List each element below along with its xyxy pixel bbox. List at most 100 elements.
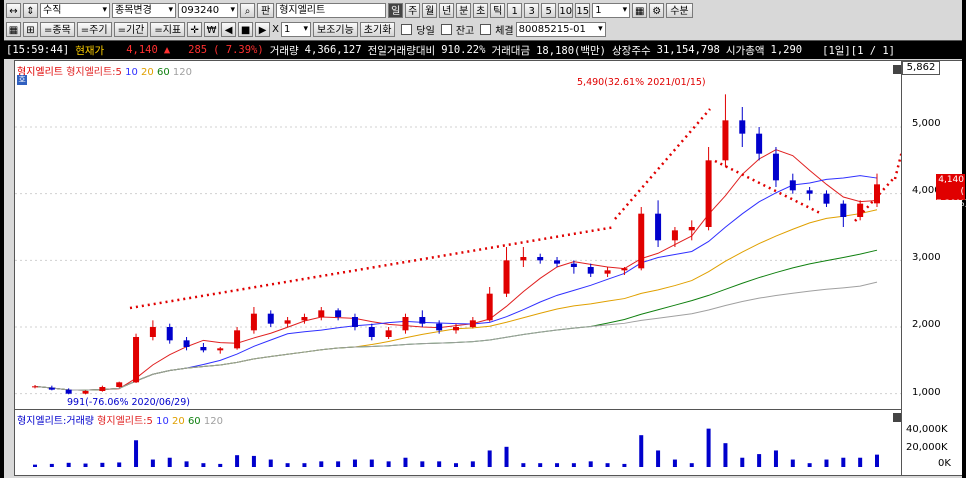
account-select[interactable]: 80085215-01 (515, 21, 606, 37)
filled-checkbox[interactable] (480, 23, 492, 35)
volume-bar (285, 463, 290, 467)
period-day-tab[interactable]: 일 (388, 2, 404, 18)
candle-body (200, 347, 207, 351)
volume-bar (150, 459, 155, 467)
stock-button[interactable]: =종목 (40, 21, 75, 37)
volume-bar (672, 459, 677, 467)
interval-3-button[interactable]: 3 (524, 2, 540, 18)
volume-bar (605, 463, 610, 467)
volume-bar (487, 450, 492, 467)
nav-arrows-button[interactable]: ↔ (6, 2, 21, 18)
volume-bar (790, 459, 795, 467)
volume-bar (319, 461, 324, 467)
period-year-tab[interactable]: 년 (439, 2, 455, 18)
volume-bar (302, 463, 307, 467)
candle-body (82, 391, 89, 394)
crosshair-icon[interactable]: ✛ (187, 21, 203, 37)
period-minute-tab[interactable]: 분 (456, 2, 472, 18)
volume-bar (706, 428, 711, 467)
indicator-button[interactable]: =지표 (150, 21, 186, 37)
quote-bar: [15:59:44] 현재가 4,140 ▲ 285 ( 7.39%) 거래량 … (4, 40, 962, 59)
candle-body (250, 313, 257, 331)
vol-tick-20000k: 20,000K (906, 442, 948, 453)
next-icon[interactable]: ▶ (255, 21, 271, 37)
period-second-tab[interactable]: 초 (473, 2, 489, 18)
legend-vol-ma10: 10 (156, 416, 169, 427)
interval-select[interactable]: 1 (592, 2, 631, 18)
volume-bar (100, 462, 105, 467)
period-tick-tab[interactable]: 틱 (490, 2, 506, 18)
candle-body (789, 180, 796, 191)
trend-line (714, 159, 821, 215)
price-axis[interactable]: 5,862 5,000 4,000 3,000 2,000 1,000 4,14… (901, 61, 966, 475)
grid-icon[interactable]: ▦ (632, 2, 648, 18)
interval-5-button[interactable]: 5 (541, 2, 557, 18)
period-month-tab[interactable]: 월 (422, 2, 438, 18)
axis-tick-3000: 3,000 (912, 252, 941, 263)
volume-bar (538, 463, 543, 467)
zoom-icon[interactable]: ₩ (204, 21, 220, 37)
candle-body (183, 340, 190, 347)
period-button[interactable]: =기간 (113, 21, 149, 37)
balance-checkbox[interactable] (440, 23, 452, 35)
prev-icon[interactable]: ◀ (221, 21, 237, 37)
list-select[interactable]: 종목변경 (112, 2, 176, 18)
trend-line (614, 108, 711, 220)
volume-bar (49, 463, 54, 467)
today-checkbox[interactable] (401, 23, 413, 35)
volume-bar (167, 457, 172, 467)
candle-body (419, 317, 426, 324)
stock-name-field[interactable]: 형지엘리트 (276, 2, 387, 18)
candle-body (335, 310, 342, 317)
cycle-button[interactable]: =주기 (76, 21, 112, 37)
up-arrow-icon: ▲ (163, 44, 171, 56)
pan-button[interactable]: 판 (257, 2, 275, 18)
volume-bar (218, 463, 223, 467)
ma-line-5 (34, 149, 878, 391)
legend-vol-ma5: 형지엘리트:5 (97, 416, 153, 427)
pane-divider[interactable] (15, 409, 901, 410)
price-chart[interactable]: 형지엘리트 형지엘리트:5 10 20 60 120 호 형지엘리트:거래량 형… (14, 60, 966, 476)
current-price-box: 4,140 ( 7.39%) (936, 174, 966, 209)
layout-icon[interactable]: ▦ (6, 21, 21, 37)
price-change: 285 (188, 44, 208, 56)
low-annotation: 991(-76.06% 2020/06/29) (67, 397, 190, 408)
interval-15-button[interactable]: 15 (575, 2, 591, 18)
candle-body (486, 293, 493, 321)
save-button[interactable]: 수분 (666, 2, 693, 18)
volume-bar (66, 462, 71, 467)
settings-icon[interactable]: ⚙ (649, 2, 665, 18)
candle-body (756, 133, 763, 154)
volume-bar (336, 461, 341, 467)
candle-body (32, 386, 38, 388)
code-input[interactable]: 093240 (178, 2, 238, 18)
period-week-tab[interactable]: 주 (405, 2, 421, 18)
quote-time: [15:59:44] (6, 44, 70, 56)
volume-label: 거래량 (269, 44, 299, 57)
volume-bar (824, 459, 829, 467)
volume-bar (757, 454, 762, 467)
stop-icon[interactable]: ■ (238, 21, 254, 37)
interval-10-button[interactable]: 10 (558, 2, 574, 18)
layout-1-icon[interactable]: ⊞ (23, 21, 38, 37)
app-window: ↔ ⇕ 수직 종목변경 093240 ⌕ 판 형지엘리트 일 주 월 년 분 초… (4, 0, 966, 478)
mode-select[interactable]: 수직 (40, 2, 110, 18)
shares-label: 상장주수 (612, 44, 651, 57)
updown-button[interactable]: ⇕ (23, 2, 38, 18)
legend-volume-name: 형지엘리트:거래량 (17, 416, 94, 427)
market-cap-label: 시가총액 (725, 44, 765, 57)
axis-tick-5000: 5,000 (912, 118, 941, 129)
vol-tick-40000k: 40,000K (906, 424, 948, 435)
reset-button[interactable]: 초기화 (359, 21, 396, 37)
candle-body (267, 313, 274, 324)
amount-label: 거래대금 (491, 44, 531, 57)
x-select[interactable]: 1 (280, 21, 311, 37)
volume-bar (773, 450, 778, 467)
search-icon[interactable]: ⌕ (240, 2, 255, 18)
candle-body (436, 323, 443, 331)
volume-bar (83, 463, 88, 467)
current-price: 4,140 (126, 44, 158, 56)
interval-1-button[interactable]: 1 (507, 2, 523, 18)
aux-button[interactable]: 보조기능 (312, 21, 358, 37)
candle-body (570, 263, 577, 267)
